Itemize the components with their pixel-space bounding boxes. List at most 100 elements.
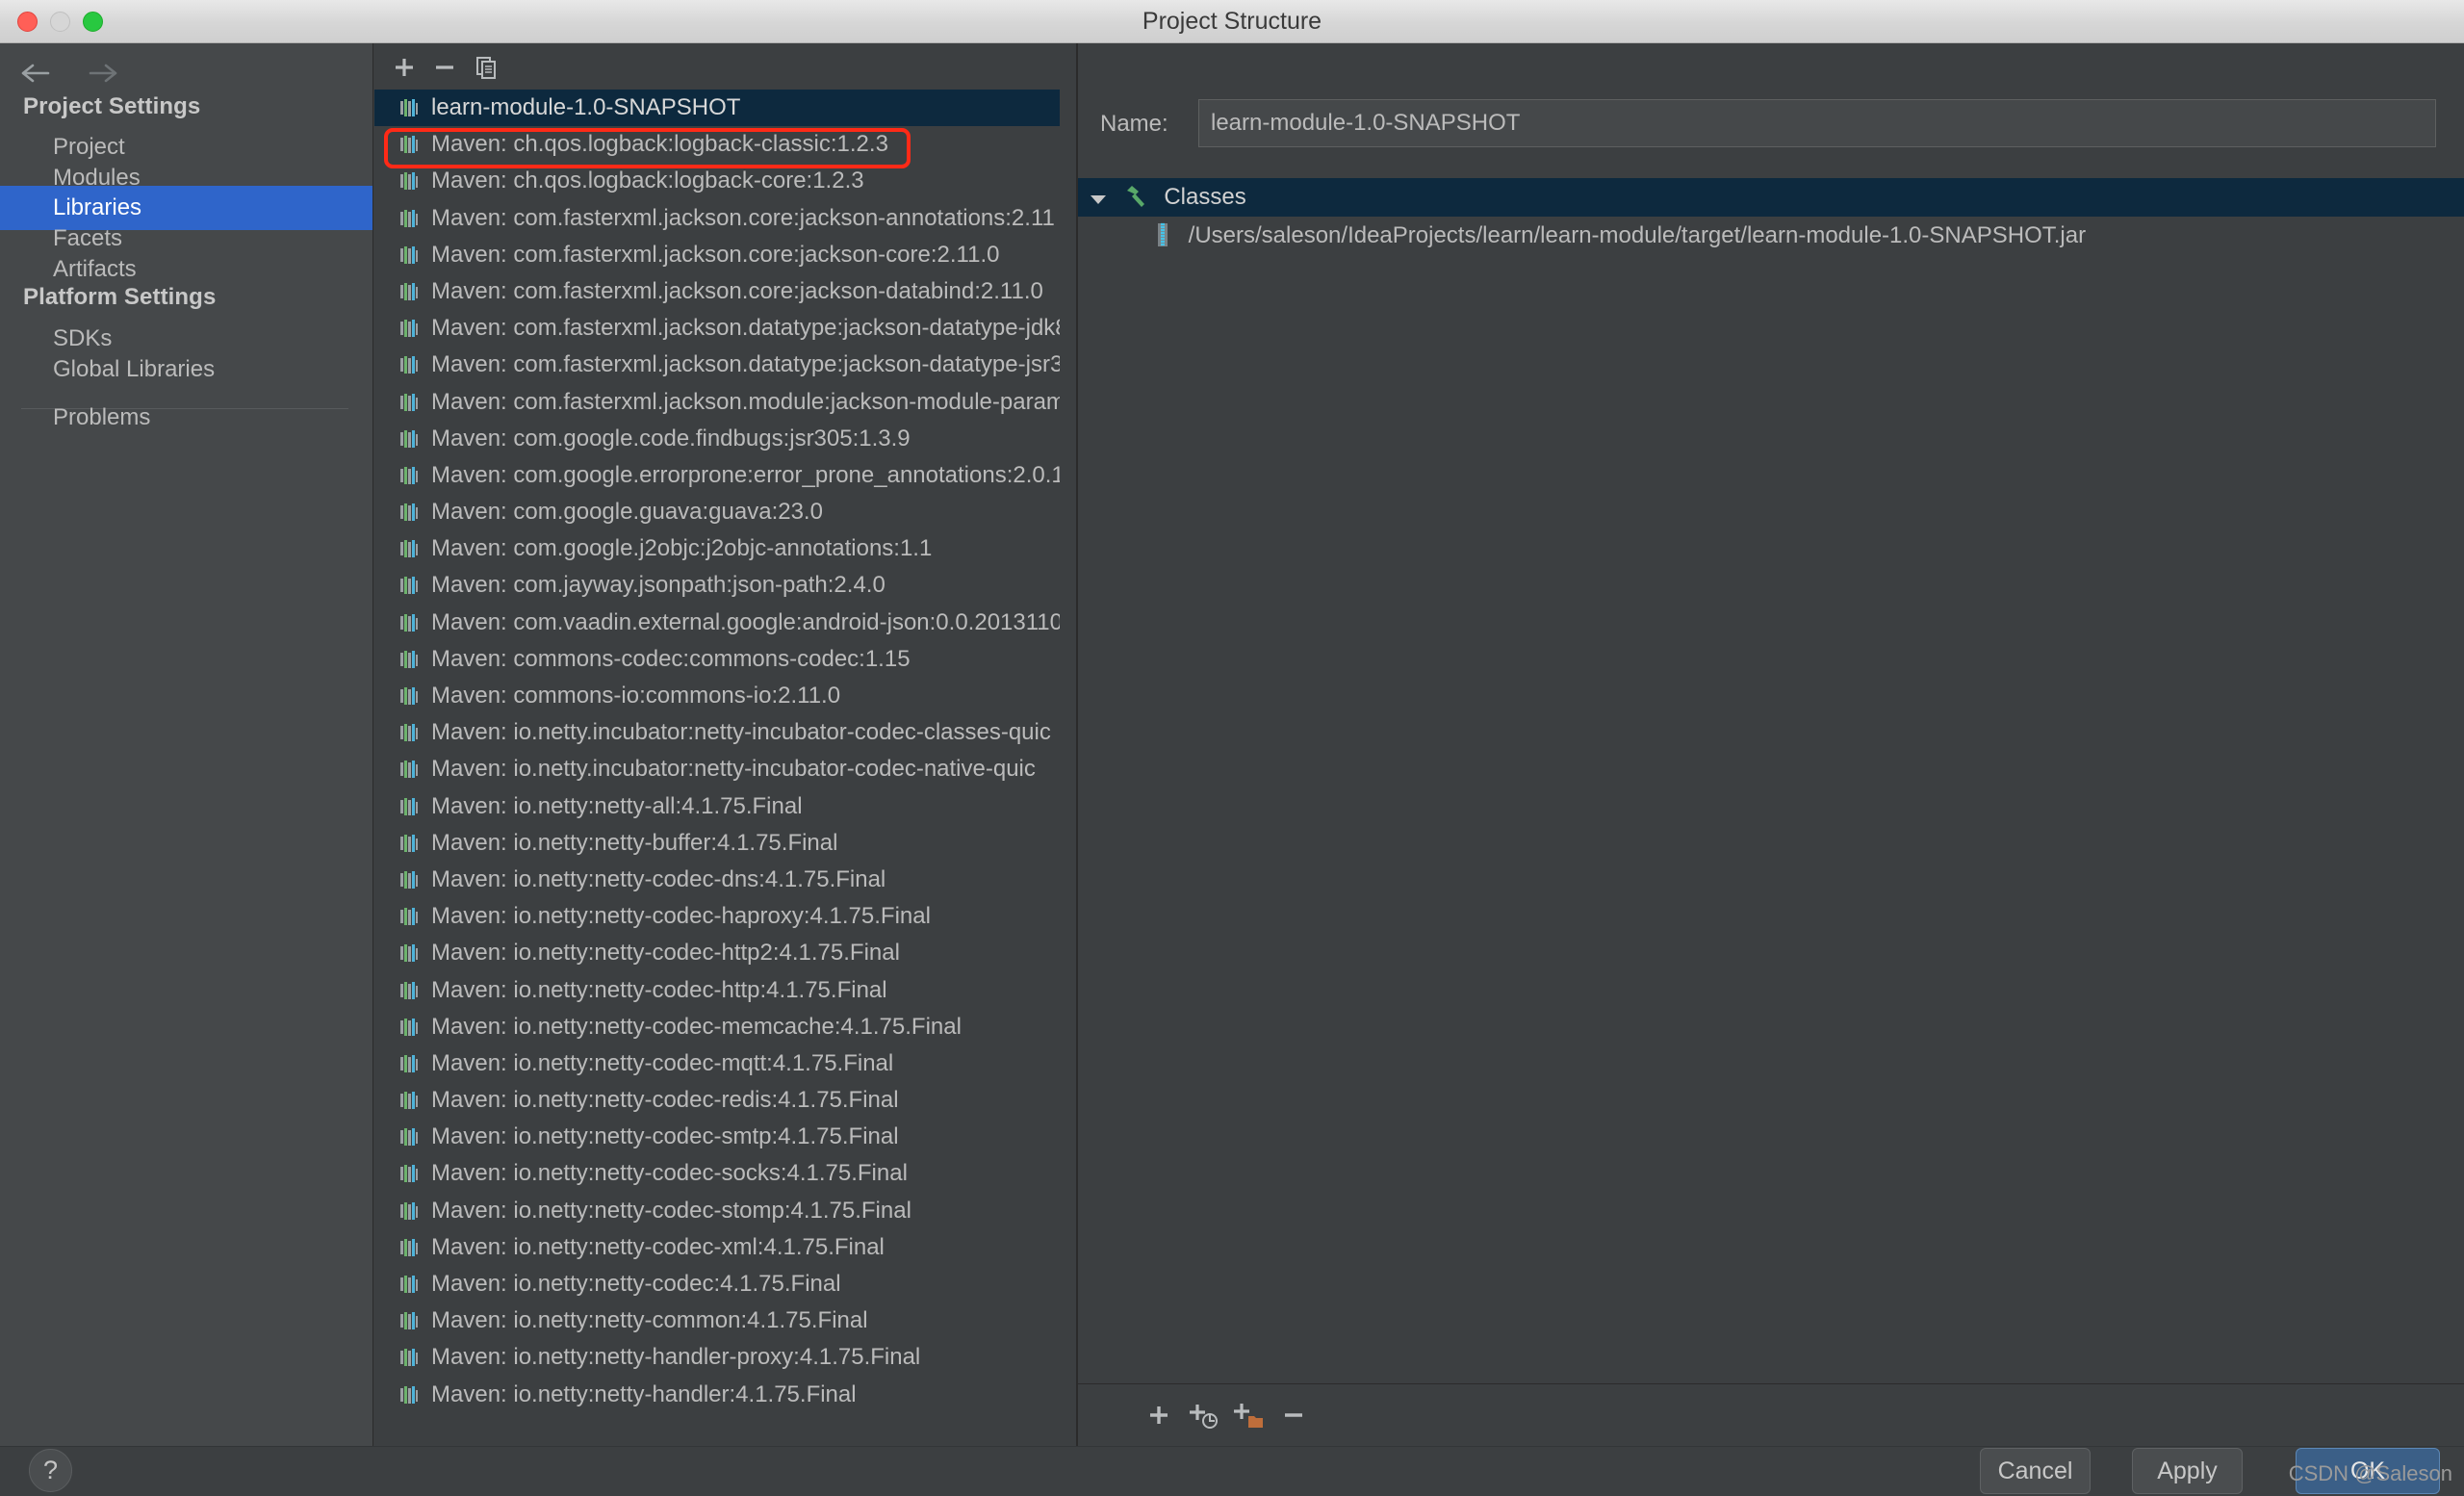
- library-list-item-label: Maven: io.netty:netty-all:4.1.75.Final: [431, 792, 803, 819]
- library-list-item[interactable]: Maven: io.netty:netty-codec-http:4.1.75.…: [374, 972, 1060, 1009]
- library-list-item[interactable]: Maven: io.netty:netty-all:4.1.75.Final: [374, 788, 1060, 825]
- library-icon: [399, 1238, 421, 1257]
- library-list-item[interactable]: Maven: com.google.errorprone:error_prone…: [374, 457, 1060, 494]
- library-list-item-label: Maven: io.netty:netty-codec-http:4.1.75.…: [431, 976, 887, 1003]
- library-list-item[interactable]: Maven: io.netty:netty-handler-proxy:4.1.…: [374, 1339, 1060, 1376]
- library-icon: [399, 723, 421, 742]
- library-icon: [399, 429, 421, 449]
- library-list-item[interactable]: Maven: com.vaadin.external.google:androi…: [374, 605, 1060, 641]
- tree-node-classes[interactable]: Classes: [1078, 178, 2464, 217]
- library-list-item[interactable]: Maven: io.netty:netty-codec-dns:4.1.75.F…: [374, 862, 1060, 898]
- library-list-item[interactable]: Maven: com.fasterxml.jackson.core:jackso…: [374, 273, 1060, 310]
- library-list-item[interactable]: Maven: commons-codec:commons-codec:1.15: [374, 641, 1060, 678]
- library-icon: [399, 245, 421, 265]
- tree-node-jar-path[interactable]: /Users/saleson/IdeaProjects/learn/learn-…: [1078, 217, 2464, 255]
- library-list-item-label: Maven: io.netty:netty-codec-socks:4.1.75…: [431, 1160, 908, 1187]
- library-list-item[interactable]: Maven: io.netty.incubator:netty-incubato…: [374, 714, 1060, 751]
- library-list-item-label: Maven: com.google.errorprone:error_prone…: [431, 461, 1060, 488]
- forward-arrow-icon[interactable]: [87, 57, 119, 90]
- remove-root-button[interactable]: [1274, 1396, 1313, 1434]
- library-list-item[interactable]: Maven: io.netty:netty-codec-http2:4.1.75…: [374, 935, 1060, 971]
- library-list-item[interactable]: Maven: com.fasterxml.jackson.module:jack…: [374, 384, 1060, 421]
- library-icon: [399, 1127, 421, 1147]
- attach-url-button[interactable]: [1184, 1396, 1222, 1434]
- library-icon: [399, 686, 421, 706]
- library-list-item[interactable]: Maven: com.google.j2objc:j2objc-annotati…: [374, 530, 1060, 567]
- library-list-item[interactable]: learn-module-1.0-SNAPSHOT: [374, 90, 1060, 127]
- library-list-item-label: Maven: io.netty.incubator:netty-incubato…: [431, 756, 1036, 783]
- library-list-item[interactable]: Maven: com.google.code.findbugs:jsr305:1…: [374, 421, 1060, 457]
- library-list-item[interactable]: Maven: io.netty:netty-codec-socks:4.1.75…: [374, 1155, 1060, 1192]
- library-list-item[interactable]: Maven: com.fasterxml.jackson.core:jackso…: [374, 237, 1060, 273]
- libraries-toolbar: [374, 43, 1077, 90]
- help-button[interactable]: ?: [29, 1449, 72, 1492]
- copy-library-button[interactable]: [471, 51, 503, 84]
- library-list-item[interactable]: Maven: io.netty:netty-common:4.1.75.Fina…: [374, 1303, 1060, 1339]
- library-list-item[interactable]: Maven: com.fasterxml.jackson.core:jackso…: [374, 200, 1060, 237]
- apply-button[interactable]: Apply: [2132, 1448, 2243, 1494]
- name-field-label: Name:: [1100, 111, 1168, 137]
- window-title: Project Structure: [1142, 8, 1322, 35]
- add-root-button[interactable]: [1140, 1396, 1178, 1434]
- library-list-item[interactable]: Maven: io.netty:netty-codec:4.1.75.Final: [374, 1266, 1060, 1303]
- library-icon: [399, 503, 421, 522]
- library-icon: [399, 907, 421, 926]
- library-roots-toolbar: [1078, 1383, 2464, 1447]
- library-list-item-label: Maven: com.fasterxml.jackson.core:jackso…: [431, 277, 1043, 304]
- library-list-item[interactable]: Maven: io.netty:netty-codec-xml:4.1.75.F…: [374, 1229, 1060, 1266]
- attach-folder-button[interactable]: [1228, 1396, 1267, 1434]
- library-icon: [399, 1201, 421, 1221]
- library-list[interactable]: learn-module-1.0-SNAPSHOT Maven: ch.qos.l…: [374, 90, 1060, 1446]
- library-list-item[interactable]: Maven: com.jayway.jsonpath:json-path:2.4…: [374, 567, 1060, 604]
- library-list-item[interactable]: Maven: commons-io:commons-io:2.11.0: [374, 678, 1060, 714]
- library-list-item[interactable]: Maven: io.netty:netty-codec-stomp:4.1.75…: [374, 1193, 1060, 1229]
- library-icon: [399, 650, 421, 669]
- library-list-item[interactable]: Maven: ch.qos.logback:logback-classic:1.…: [374, 126, 1060, 163]
- library-list-item[interactable]: Maven: io.netty.incubator:netty-incubato…: [374, 751, 1060, 787]
- library-icon: [399, 171, 421, 191]
- library-list-item-label: Maven: com.google.code.findbugs:jsr305:1…: [431, 425, 911, 451]
- library-icon: [399, 613, 421, 632]
- dialog-bottom-bar: ? Cancel Apply OK: [0, 1446, 2464, 1496]
- library-list-item-label: Maven: commons-io:commons-io:2.11.0: [431, 683, 841, 709]
- library-icon: [399, 797, 421, 816]
- library-list-item[interactable]: Maven: ch.qos.logback:logback-core:1.2.3: [374, 163, 1060, 199]
- library-list-item-label: Maven: com.google.guava:guava:23.0: [431, 499, 823, 526]
- library-icon: [399, 209, 421, 228]
- library-list-item[interactable]: Maven: com.fasterxml.jackson.datatype:ja…: [374, 310, 1060, 347]
- library-list-item-label: Maven: io.netty:netty-codec-smtp:4.1.75.…: [431, 1123, 899, 1150]
- library-list-item[interactable]: Maven: com.fasterxml.jackson.datatype:ja…: [374, 347, 1060, 383]
- cancel-button[interactable]: Cancel: [1980, 1448, 2091, 1494]
- library-list-item[interactable]: Maven: com.google.guava:guava:23.0: [374, 494, 1060, 530]
- library-list-item[interactable]: Maven: io.netty:netty-codec-smtp:4.1.75.…: [374, 1119, 1060, 1155]
- library-list-item-label: Maven: com.fasterxml.jackson.core:jackso…: [431, 204, 1055, 231]
- library-list-item[interactable]: Maven: io.netty:netty-codec-mqtt:4.1.75.…: [374, 1045, 1060, 1082]
- library-icon: [399, 834, 421, 853]
- library-list-item-label: Maven: io.netty:netty-codec-dns:4.1.75.F…: [431, 865, 886, 892]
- library-icon: [399, 466, 421, 485]
- library-icon: [399, 1348, 421, 1367]
- library-roots-tree[interactable]: Classes /Users/saleson/IdeaProjects/lear…: [1078, 178, 2464, 1383]
- library-list-item[interactable]: Maven: io.netty:netty-codec-haproxy:4.1.…: [374, 898, 1060, 935]
- library-list-item[interactable]: Maven: io.netty:netty-handler:4.1.75.Fin…: [374, 1377, 1060, 1413]
- sidebar-group-platform-settings: Platform Settings: [23, 284, 217, 310]
- library-name-input[interactable]: [1198, 99, 2436, 147]
- library-list-item[interactable]: Maven: io.netty:netty-codec-redis:4.1.75…: [374, 1082, 1060, 1119]
- remove-library-button[interactable]: [428, 51, 461, 84]
- library-icon: [399, 539, 421, 558]
- library-list-item-label: Maven: com.fasterxml.jackson.datatype:ja…: [431, 351, 1060, 378]
- library-icon: [399, 319, 421, 338]
- library-list-item[interactable]: Maven: io.netty:netty-buffer:4.1.75.Fina…: [374, 825, 1060, 862]
- watermark: CSDN @Saleson: [2288, 1461, 2452, 1485]
- chevron-down-icon[interactable]: [1090, 179, 1116, 218]
- library-list-item-label: Maven: com.fasterxml.jackson.datatype:ja…: [431, 315, 1060, 342]
- sidebar-item-global-libraries[interactable]: Global Libraries: [0, 348, 372, 392]
- sidebar-item-problems[interactable]: Problems: [0, 396, 372, 440]
- library-list-item-label: Maven: io.netty:netty-codec-redis:4.1.75…: [431, 1087, 899, 1114]
- add-library-button[interactable]: [388, 51, 421, 84]
- library-list-item-label: Maven: ch.qos.logback:logback-classic:1.…: [431, 131, 888, 158]
- libraries-panel: learn-module-1.0-SNAPSHOT Maven: ch.qos.l…: [374, 43, 1077, 1446]
- library-list-item-label: Maven: io.netty.incubator:netty-incubato…: [431, 719, 1051, 746]
- library-list-item[interactable]: Maven: io.netty:netty-codec-memcache:4.1…: [374, 1009, 1060, 1045]
- back-arrow-icon[interactable]: [19, 57, 52, 90]
